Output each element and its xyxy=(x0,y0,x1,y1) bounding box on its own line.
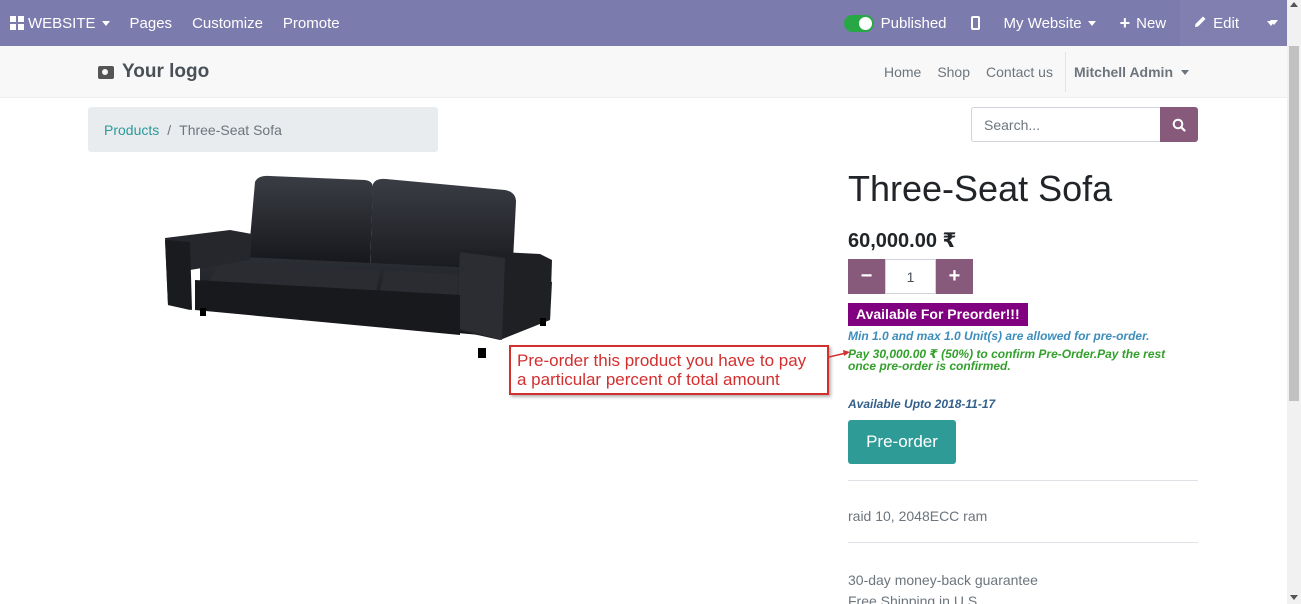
my-website-menu[interactable]: My Website xyxy=(994,0,1106,46)
product-search xyxy=(971,107,1198,142)
page-scrollbar[interactable] xyxy=(1287,0,1301,604)
breadcrumb-products-link[interactable]: Products xyxy=(104,122,159,138)
published-toggle[interactable]: Published xyxy=(834,0,957,46)
website-menu[interactable]: WEBSITE xyxy=(0,0,120,46)
breadcrumb-current: Three-Seat Sofa xyxy=(179,121,282,138)
site-header: Your logo Home Shop Contact us Mitchell … xyxy=(0,46,1287,98)
nav-shop[interactable]: Shop xyxy=(929,64,978,80)
user-menu[interactable]: Mitchell Admin xyxy=(1064,52,1189,92)
pages-menu[interactable]: Pages xyxy=(120,0,183,46)
new-label: New xyxy=(1136,14,1167,32)
user-name: Mitchell Admin xyxy=(1073,64,1173,80)
search-input[interactable] xyxy=(971,107,1160,142)
main-nav: Home Shop Contact us Mitchell Admin xyxy=(876,46,1189,98)
preorder-badge: Available For Preorder!!! xyxy=(848,303,1028,326)
pencil-icon xyxy=(1194,15,1207,31)
apps-grid-icon xyxy=(10,16,24,30)
search-icon xyxy=(1172,118,1186,132)
quantity-input[interactable] xyxy=(885,259,936,294)
caret-down-icon xyxy=(1270,20,1278,25)
site-logo[interactable]: Your logo xyxy=(98,61,209,83)
increase-quantity-button[interactable]: + xyxy=(936,259,973,294)
preorder-limit-note: Min 1.0 and max 1.0 Unit(s) are allowed … xyxy=(848,329,1150,343)
website-menu-label: WEBSITE xyxy=(28,14,96,32)
divider xyxy=(848,542,1198,543)
caret-down-icon xyxy=(1087,20,1096,26)
preorder-payment-note: Pay 30,000.00 ₹ (50%) to confirm Pre-Ord… xyxy=(848,347,1166,373)
published-label: Published xyxy=(880,14,947,32)
annotation-callout: Pre-order this product you have to pay a… xyxy=(509,345,829,395)
caret-down-icon xyxy=(101,20,110,26)
callout-line-2: a particular percent of total amount xyxy=(517,370,780,389)
callout-arrow-icon xyxy=(829,350,850,358)
mobile-icon xyxy=(970,16,980,30)
available-upto-text: Available Upto 2018-11-17 xyxy=(848,397,996,411)
preorder-button[interactable]: Pre-order xyxy=(848,420,956,464)
callout-line-1: Pre-order this product you have to pay xyxy=(517,351,807,370)
caret-down-icon xyxy=(1181,69,1189,75)
guarantee-line: 30-day money-back guarantee xyxy=(848,572,1038,588)
logo-text: Your logo xyxy=(122,61,210,82)
product-image xyxy=(165,175,552,358)
guarantee-info: 30-day money-back guarantee Free Shippin… xyxy=(848,570,1038,604)
admin-bar: WEBSITE Pages Customize Promote Publishe… xyxy=(0,0,1287,46)
product-title: Three-Seat Sofa xyxy=(848,168,1113,209)
my-website-label: My Website xyxy=(1003,14,1082,32)
nav-home[interactable]: Home xyxy=(876,64,929,80)
search-button[interactable] xyxy=(1160,107,1198,142)
plus-icon: + xyxy=(948,265,961,287)
product-price: 60,000.00 ₹ xyxy=(848,230,957,252)
breadcrumb: Products / Three-Seat Sofa xyxy=(88,107,438,152)
divider xyxy=(848,480,1198,481)
customize-menu[interactable]: Customize xyxy=(182,0,273,46)
product-description: raid 10, 2048ECC ram xyxy=(848,508,988,524)
mobile-preview-button[interactable] xyxy=(957,0,994,46)
promote-menu[interactable]: Promote xyxy=(273,0,350,46)
plus-icon: + xyxy=(1119,13,1131,33)
decrease-quantity-button[interactable]: − xyxy=(848,259,885,294)
minus-icon: − xyxy=(860,265,873,287)
shipping-line: Free Shipping in U.S. xyxy=(848,593,982,604)
scrollbar-thumb[interactable] xyxy=(1289,46,1299,401)
nav-contact[interactable]: Contact us xyxy=(978,64,1061,80)
scroll-up-icon[interactable] xyxy=(1290,2,1298,7)
admin-right-group: Published My Website + New Edit xyxy=(834,0,1287,46)
edit-button[interactable]: Edit xyxy=(1180,0,1253,46)
camera-icon xyxy=(98,65,114,79)
new-button[interactable]: + New xyxy=(1106,0,1181,46)
scroll-down-icon[interactable] xyxy=(1290,595,1298,600)
edit-label: Edit xyxy=(1213,14,1239,32)
quantity-stepper: − + xyxy=(848,259,973,294)
breadcrumb-separator: / xyxy=(167,121,172,138)
toggle-switch-icon xyxy=(843,14,874,32)
